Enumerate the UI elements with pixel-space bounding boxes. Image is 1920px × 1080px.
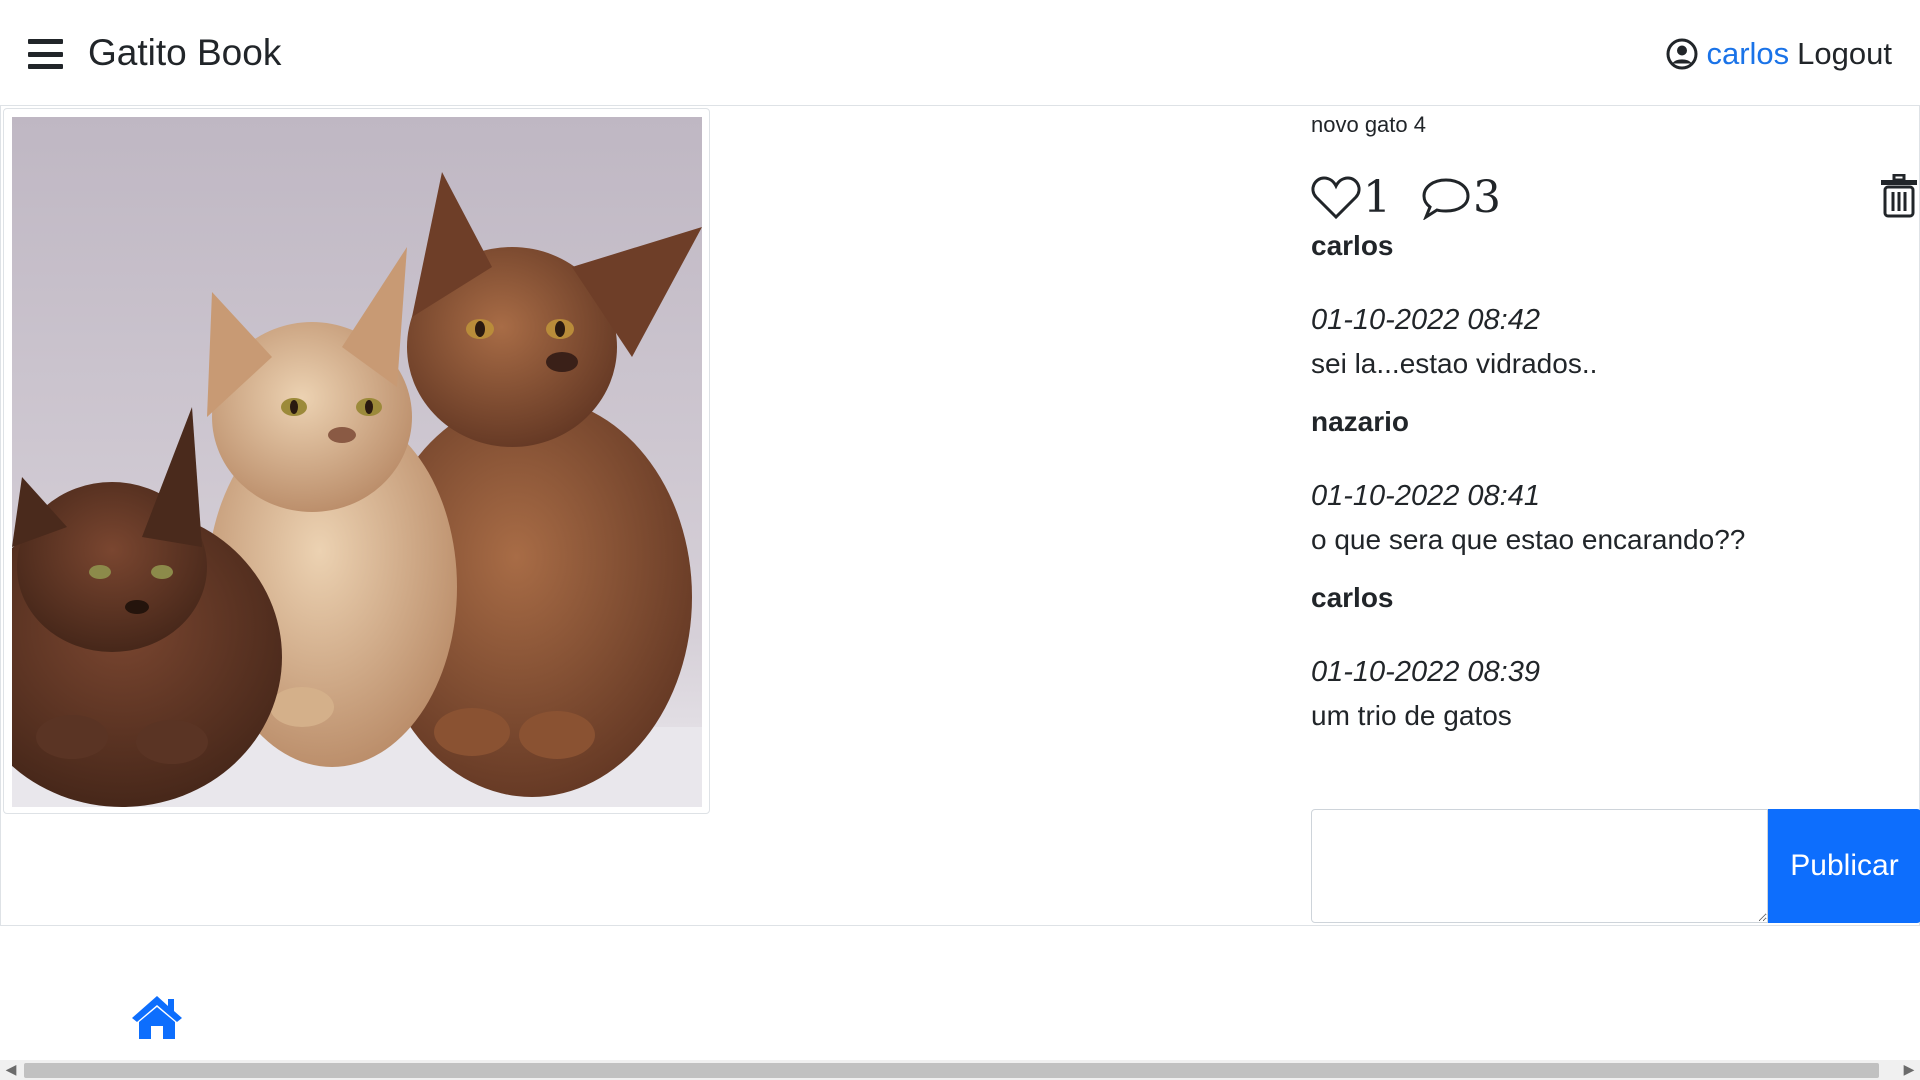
comment-date: 01-10-2022 08:42 <box>1311 304 1540 336</box>
home-button[interactable] <box>130 994 184 1045</box>
comment-author: carlos <box>1311 582 1394 613</box>
horizontal-scrollbar[interactable]: ◀ ▶ <box>0 1060 1920 1080</box>
comment-item: nazario 01-10-2022 08:41 o que sera que … <box>1311 404 1911 558</box>
user-circle-icon <box>1666 38 1698 70</box>
logout-link[interactable]: Logout <box>1797 34 1892 74</box>
photo-actions: 1 3 <box>1311 172 1531 223</box>
comment-text: um trio de gatos <box>1311 700 1512 731</box>
scroll-left-arrow-icon[interactable]: ◀ <box>0 1060 22 1080</box>
brand-title[interactable]: Gatito Book <box>88 30 281 76</box>
heart-icon <box>1311 175 1361 219</box>
kittens-illustration <box>12 117 702 807</box>
comments-list: carlos 01-10-2022 08:42 sei la...estao v… <box>1311 228 1911 756</box>
publish-button[interactable]: Publicar <box>1768 809 1920 923</box>
comment-item: carlos 01-10-2022 08:42 sei la...estao v… <box>1311 228 1911 382</box>
photo-detail-card: novo gato 4 1 3 carlos 01-10-2022 08:42 … <box>0 106 1920 926</box>
like-button[interactable]: 1 <box>1311 172 1391 223</box>
comment-form: Publicar <box>1311 809 1920 923</box>
scroll-right-arrow-icon[interactable]: ▶ <box>1898 1060 1920 1080</box>
scrollbar-thumb[interactable] <box>24 1063 1879 1078</box>
comment-item: carlos 01-10-2022 08:39 um trio de gatos <box>1311 580 1911 734</box>
speech-bubble-icon <box>1422 177 1470 220</box>
comment-text: o que sera que estao encarando?? <box>1311 524 1746 555</box>
comment-date: 01-10-2022 08:41 <box>1311 480 1540 512</box>
comment-author: nazario <box>1311 406 1410 437</box>
photo-frame[interactable] <box>3 108 710 814</box>
trash-icon <box>1881 173 1917 218</box>
username-link[interactable]: carlos <box>1706 34 1789 74</box>
user-area: carlos Logout <box>1666 34 1892 74</box>
navbar: Gatito Book carlos Logout <box>0 0 1920 106</box>
likes-count: 1 <box>1363 172 1391 223</box>
comments-button[interactable]: 3 <box>1421 172 1501 223</box>
comment-input[interactable] <box>1311 809 1768 923</box>
photo-description: novo gato 4 <box>1311 112 1426 137</box>
cat-photo <box>12 117 702 807</box>
delete-button[interactable] <box>1879 173 1919 223</box>
comment-text: sei la...estao vidrados.. <box>1311 348 1598 379</box>
comment-author: carlos <box>1311 230 1394 261</box>
comments-count: 3 <box>1473 172 1501 223</box>
hamburger-icon[interactable] <box>28 39 63 69</box>
photo-info-panel: novo gato 4 1 3 carlos 01-10-2022 08:42 … <box>1311 106 1920 926</box>
comment-date: 01-10-2022 08:39 <box>1311 656 1540 688</box>
home-icon <box>132 996 182 1039</box>
